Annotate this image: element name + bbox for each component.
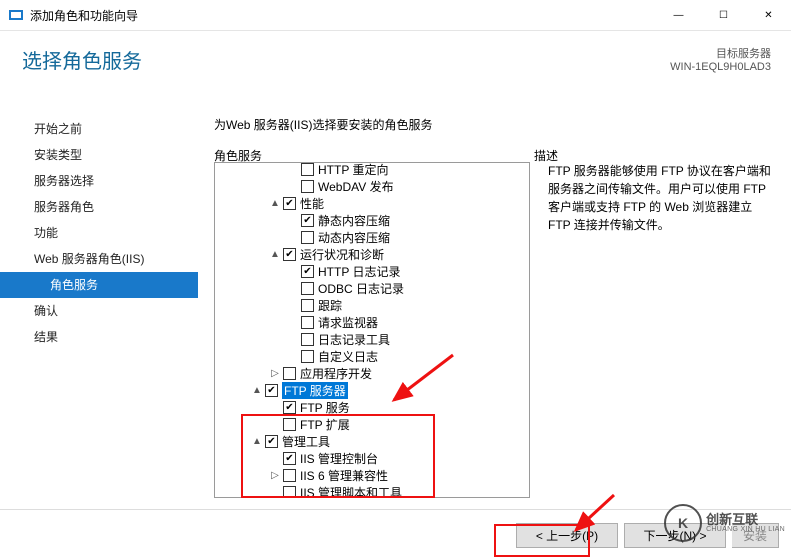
collapse-icon[interactable]: ▲ bbox=[269, 198, 281, 209]
checkbox[interactable] bbox=[301, 316, 314, 329]
app-icon bbox=[8, 7, 24, 23]
checkbox[interactable] bbox=[265, 435, 278, 448]
nav-item[interactable]: Web 服务器角色(IIS) bbox=[0, 246, 198, 272]
checkbox[interactable] bbox=[265, 384, 278, 397]
checkbox[interactable] bbox=[301, 350, 314, 363]
window-title: 添加角色和功能向导 bbox=[30, 7, 656, 24]
titlebar: 添加角色和功能向导 — ☐ ✕ bbox=[0, 0, 791, 31]
tree-item-label: IIS 管理脚本和工具 bbox=[300, 484, 402, 498]
tree-item[interactable]: 静态内容压缩 bbox=[215, 212, 529, 229]
expand-icon[interactable]: ▷ bbox=[269, 368, 281, 379]
minimize-button[interactable]: — bbox=[656, 0, 701, 30]
tree-item-label: 管理工具 bbox=[282, 433, 330, 450]
nav-item[interactable]: 角色服务 bbox=[0, 272, 198, 298]
checkbox[interactable] bbox=[301, 299, 314, 312]
checkbox[interactable] bbox=[301, 180, 314, 193]
tree-item-label: IIS 6 管理兼容性 bbox=[300, 467, 388, 484]
nav-item[interactable]: 确认 bbox=[0, 298, 198, 324]
nav-item[interactable]: 服务器角色 bbox=[0, 194, 198, 220]
checkbox[interactable] bbox=[283, 197, 296, 210]
tree-item-label: 静态内容压缩 bbox=[318, 212, 390, 229]
tree-item[interactable]: ▲ 运行状况和诊断 bbox=[215, 246, 529, 263]
tree-item-label: HTTP 日志记录 bbox=[318, 263, 400, 280]
wizard-nav: 开始之前安装类型服务器选择服务器角色功能Web 服务器角色(IIS)角色服务确认… bbox=[0, 102, 198, 510]
checkbox[interactable] bbox=[283, 452, 296, 465]
tree-item-label: 应用程序开发 bbox=[300, 365, 372, 382]
checkbox[interactable] bbox=[301, 333, 314, 346]
tree-item-label: 请求监视器 bbox=[318, 314, 378, 331]
checkbox[interactable] bbox=[283, 418, 296, 431]
tree-item[interactable]: 动态内容压缩 bbox=[215, 229, 529, 246]
checkbox[interactable] bbox=[301, 214, 314, 227]
instruction-text: 为Web 服务器(IIS)选择要安装的角色服务 bbox=[214, 116, 779, 133]
collapse-icon[interactable]: ▲ bbox=[251, 385, 263, 396]
previous-button[interactable]: < 上一步(P) bbox=[516, 523, 618, 548]
collapse-icon[interactable]: ▲ bbox=[251, 436, 263, 447]
tree-item[interactable]: 日志记录工具 bbox=[215, 331, 529, 348]
nav-item[interactable]: 功能 bbox=[0, 220, 198, 246]
tree-item[interactable]: FTP 服务 bbox=[215, 399, 529, 416]
checkbox[interactable] bbox=[283, 401, 296, 414]
checkbox[interactable] bbox=[283, 486, 296, 498]
expand-icon[interactable]: ▷ bbox=[269, 470, 281, 481]
tree-item[interactable]: IIS 管理控制台 bbox=[215, 450, 529, 467]
watermark: K 创新互联 CHUANG XIN HU LIAN bbox=[664, 504, 785, 542]
tree-item-label: IIS 管理控制台 bbox=[300, 450, 378, 467]
tree-item-label: 动态内容压缩 bbox=[318, 229, 390, 246]
tree-item-label: HTTP 重定向 bbox=[318, 162, 388, 178]
tree-item-label: 跟踪 bbox=[318, 297, 342, 314]
watermark-logo: K bbox=[664, 504, 702, 542]
checkbox[interactable] bbox=[283, 248, 296, 261]
destination-value: WIN-1EQL9H0LAD3 bbox=[670, 61, 771, 73]
tree-item-label: FTP 服务器 bbox=[282, 382, 348, 399]
page-title: 选择角色服务 bbox=[22, 45, 771, 74]
nav-item[interactable]: 服务器选择 bbox=[0, 168, 198, 194]
tree-item-label: 自定义日志 bbox=[318, 348, 378, 365]
tree-item[interactable]: ODBC 日志记录 bbox=[215, 280, 529, 297]
close-button[interactable]: ✕ bbox=[746, 0, 791, 30]
checkbox[interactable] bbox=[283, 367, 296, 380]
destination-label: 目标服务器 bbox=[670, 45, 771, 61]
tree-item-label: FTP 服务 bbox=[300, 399, 350, 416]
tree-item-label: WebDAV 发布 bbox=[318, 178, 394, 195]
checkbox[interactable] bbox=[283, 469, 296, 482]
checkbox[interactable] bbox=[301, 282, 314, 295]
tree-item-label: 性能 bbox=[300, 195, 324, 212]
main-content: 为Web 服务器(IIS)选择要安装的角色服务 角色服务 描述 HTTP 重定向… bbox=[198, 102, 791, 510]
tree-item[interactable]: FTP 扩展 bbox=[215, 416, 529, 433]
maximize-button[interactable]: ☐ bbox=[701, 0, 746, 30]
nav-item[interactable]: 结果 bbox=[0, 324, 198, 350]
tree-item-label: ODBC 日志记录 bbox=[318, 280, 404, 297]
tree-item[interactable]: ▷ IIS 6 管理兼容性 bbox=[215, 467, 529, 484]
watermark-subtext: CHUANG XIN HU LIAN bbox=[706, 526, 785, 533]
tree-item[interactable]: ▲ FTP 服务器 bbox=[215, 382, 529, 399]
tree-item-label: 运行状况和诊断 bbox=[300, 246, 384, 263]
tree-item[interactable]: ▲ 性能 bbox=[215, 195, 529, 212]
description-text: FTP 服务器能够使用 FTP 协议在客户端和服务器之间传输文件。用户可以使用 … bbox=[548, 162, 777, 234]
tree-item[interactable]: ▷ 应用程序开发 bbox=[215, 365, 529, 382]
checkbox[interactable] bbox=[301, 231, 314, 244]
body: 开始之前安装类型服务器选择服务器角色功能Web 服务器角色(IIS)角色服务确认… bbox=[0, 102, 791, 510]
nav-item[interactable]: 安装类型 bbox=[0, 142, 198, 168]
tree-item[interactable]: WebDAV 发布 bbox=[215, 178, 529, 195]
tree-item[interactable]: HTTP 日志记录 bbox=[215, 263, 529, 280]
header: 选择角色服务 目标服务器 WIN-1EQL9H0LAD3 bbox=[0, 31, 791, 109]
tree-item-label: 日志记录工具 bbox=[318, 331, 390, 348]
tree-item[interactable]: 请求监视器 bbox=[215, 314, 529, 331]
tree-item[interactable]: 跟踪 bbox=[215, 297, 529, 314]
checkbox[interactable] bbox=[301, 265, 314, 278]
watermark-text: 创新互联 bbox=[706, 513, 785, 526]
destination-server: 目标服务器 WIN-1EQL9H0LAD3 bbox=[670, 45, 771, 73]
tree-item[interactable]: 自定义日志 bbox=[215, 348, 529, 365]
tree-item[interactable]: HTTP 重定向 bbox=[215, 162, 529, 178]
tree-item[interactable]: IIS 管理脚本和工具 bbox=[215, 484, 529, 498]
checkbox[interactable] bbox=[301, 163, 314, 176]
window-controls: — ☐ ✕ bbox=[656, 0, 791, 30]
nav-item[interactable]: 开始之前 bbox=[0, 116, 198, 142]
role-services-tree[interactable]: HTTP 重定向WebDAV 发布 ▲ 性能静态内容压缩动态内容压缩 ▲ 运行状况和诊断… bbox=[214, 162, 530, 498]
tree-item-label: FTP 扩展 bbox=[300, 416, 350, 433]
collapse-icon[interactable]: ▲ bbox=[269, 249, 281, 260]
tree-item[interactable]: ▲ 管理工具 bbox=[215, 433, 529, 450]
